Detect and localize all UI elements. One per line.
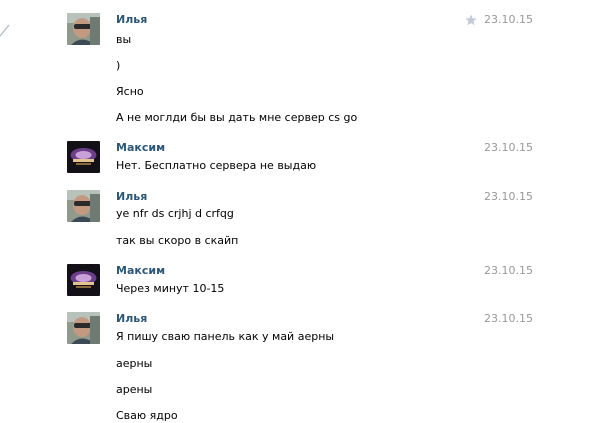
message-text: ye nfr ds crjhj d crfqg <box>116 207 234 220</box>
avatar[interactable] <box>67 141 100 173</box>
message-text: Ясно <box>116 85 144 98</box>
author-name[interactable]: Максим <box>116 141 165 155</box>
message-date[interactable]: 23.10.15 <box>484 264 533 278</box>
message-text: Сваю ядро <box>116 409 178 422</box>
author-name[interactable]: Илья <box>116 13 147 27</box>
avatar[interactable] <box>67 264 100 296</box>
author-name[interactable]: Илья <box>116 312 147 326</box>
message-text: аерны <box>116 357 153 370</box>
message-text: вы <box>116 33 132 46</box>
dialog-history: Илья 23.10.15 вы ) Ясно А не моглди бы в… <box>0 0 601 423</box>
message-text: Через минут 10-15 <box>116 282 225 295</box>
message-text: ) <box>116 59 121 72</box>
star-icon[interactable] <box>465 14 477 26</box>
message-text: арены <box>116 383 153 396</box>
author-name[interactable]: Илья <box>116 190 147 204</box>
avatar[interactable] <box>67 13 100 45</box>
message-text: Нет. Бесплатно сервера не выдаю <box>116 159 317 172</box>
message-date[interactable]: 23.10.15 <box>484 190 533 204</box>
message-text: так вы скоро в скайп <box>116 234 239 247</box>
message-text: А не моглди бы вы дать мне сервер cs go <box>116 111 358 124</box>
message-date[interactable]: 23.10.15 <box>484 312 533 326</box>
scroll-edge-marker <box>0 24 10 37</box>
message-date[interactable]: 23.10.15 <box>484 141 533 155</box>
message-text: Я пишу сваю панель как у май аерны <box>116 330 335 343</box>
message-date[interactable]: 23.10.15 <box>484 13 533 27</box>
author-name[interactable]: Максим <box>116 264 165 278</box>
avatar[interactable] <box>67 312 100 344</box>
avatar[interactable] <box>67 190 100 222</box>
